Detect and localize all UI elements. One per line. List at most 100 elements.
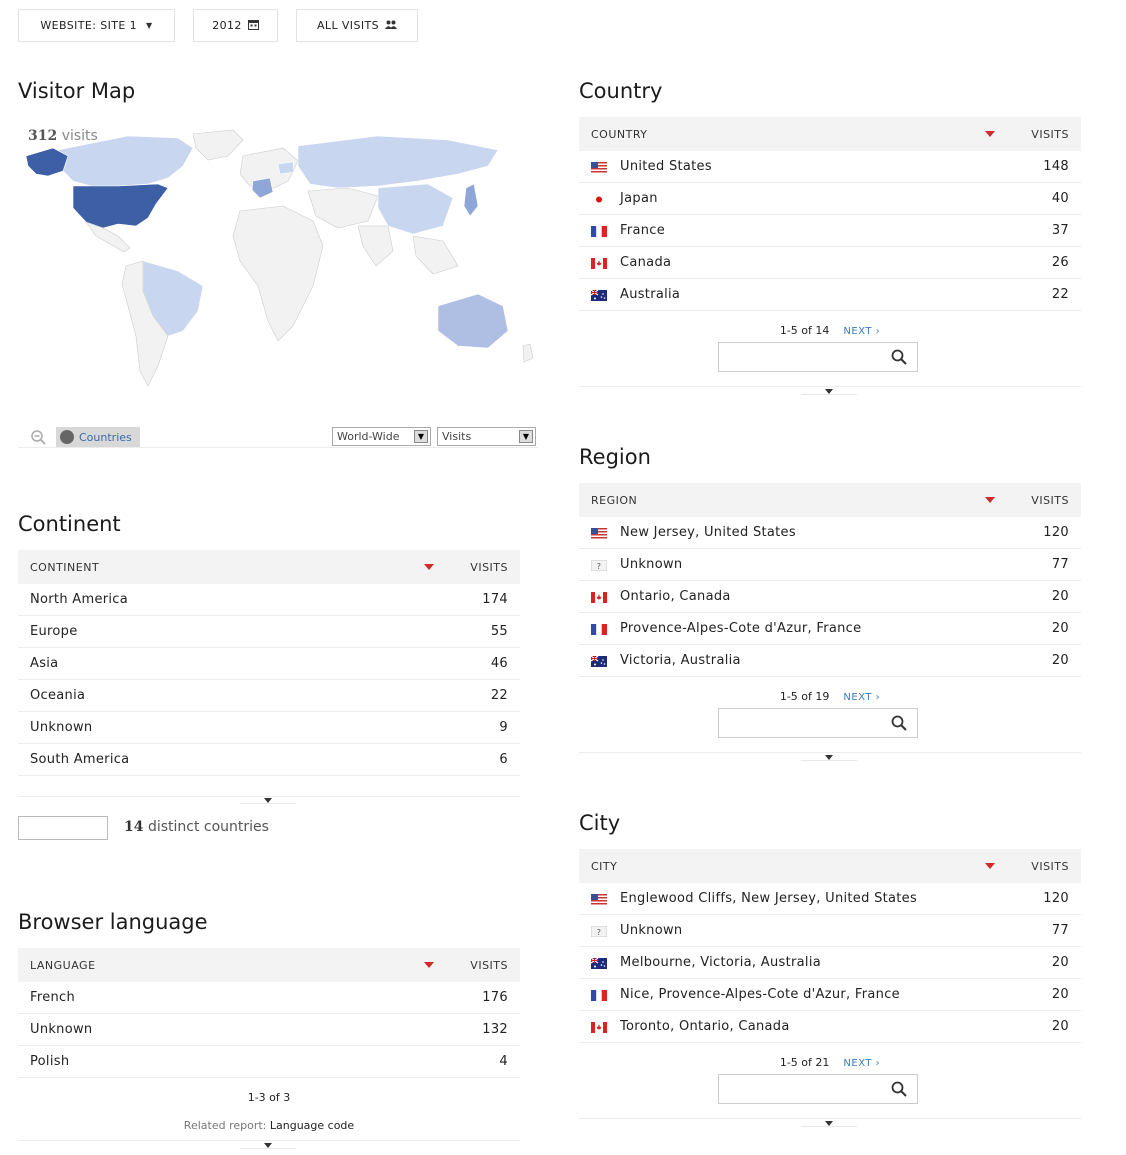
- table-row[interactable]: New Jersey, United States 120: [579, 517, 1081, 549]
- map-region-africa: [232, 205, 324, 342]
- column-header-visits[interactable]: VISITS: [1031, 128, 1069, 141]
- table-row[interactable]: Australia 22: [579, 279, 1081, 311]
- row-label: South America: [30, 752, 130, 767]
- date-selector-button[interactable]: 2012: [193, 9, 278, 42]
- expand-table-icon[interactable]: [825, 755, 833, 760]
- table-row[interactable]: ? Unknown 77: [579, 549, 1081, 581]
- column-header-visits[interactable]: VISITS: [470, 561, 508, 574]
- column-header-language[interactable]: LANGUAGE: [30, 959, 96, 972]
- city-search-input[interactable]: [718, 1074, 918, 1104]
- us-flag-icon: [591, 162, 607, 173]
- table-row[interactable]: Melbourne, Victoria, Australia 20: [579, 947, 1081, 979]
- table-row[interactable]: Englewood Cliffs, New Jersey, United Sta…: [579, 883, 1081, 915]
- fr-flag-icon: [591, 624, 607, 635]
- map-region-france: [251, 177, 274, 199]
- table-header: CITY VISITS: [579, 849, 1081, 883]
- sort-desc-icon[interactable]: [985, 497, 995, 503]
- table-row[interactable]: Europe 55: [18, 616, 520, 648]
- au-flag-icon: [590, 957, 607, 969]
- column-header-visits[interactable]: VISITS: [1031, 494, 1069, 507]
- row-visits: 132: [482, 1022, 508, 1037]
- unknown-flag-icon: ?: [590, 925, 608, 938]
- table-header: COUNTRY VISITS: [579, 117, 1081, 151]
- map-region-select-value: World-Wide: [337, 430, 400, 443]
- fr-flag-icon: [591, 990, 607, 1001]
- table-row[interactable]: Canada 26: [579, 247, 1081, 279]
- segment-selector-button[interactable]: ALL VISITS: [296, 9, 418, 42]
- related-report-prefix: Related report:: [183, 1119, 267, 1132]
- sort-desc-icon[interactable]: [424, 962, 434, 968]
- row-label: Englewood Cliffs, New Jersey, United Sta…: [620, 891, 918, 906]
- row-label: United States: [620, 159, 712, 174]
- countries-button[interactable]: Countries: [56, 427, 140, 447]
- row-visits: 20: [1051, 589, 1069, 604]
- table-row[interactable]: Toronto, Ontario, Canada 20: [579, 1011, 1081, 1043]
- search-icon[interactable]: [891, 349, 907, 365]
- row-visits: 20: [1051, 955, 1069, 970]
- city-next-link[interactable]: NEXT ›: [843, 1058, 880, 1069]
- search-icon[interactable]: [891, 1081, 907, 1097]
- region-title: Region: [579, 445, 651, 469]
- row-label: Japan: [620, 191, 658, 206]
- table-row[interactable]: Ontario, Canada 20: [579, 581, 1081, 613]
- column-header-visits[interactable]: VISITS: [470, 959, 508, 972]
- row-visits: 40: [1051, 191, 1069, 206]
- column-header-region[interactable]: REGION: [591, 494, 637, 507]
- country-search-input[interactable]: [718, 342, 918, 372]
- row-label: Provence-Alpes-Cote d'Azur, France: [620, 621, 862, 636]
- map-region-select[interactable]: World-Wide ▼: [332, 427, 431, 446]
- row-visits: 6: [499, 752, 508, 767]
- table-row[interactable]: Polish 4: [18, 1046, 520, 1078]
- table-row[interactable]: Asia 46: [18, 648, 520, 680]
- table-row[interactable]: French 176: [18, 982, 520, 1014]
- expand-table-icon[interactable]: [825, 389, 833, 394]
- column-header-visits[interactable]: VISITS: [1031, 860, 1069, 873]
- row-visits: 176: [482, 990, 508, 1005]
- row-label: Unknown: [30, 720, 93, 735]
- table-row[interactable]: North America 174: [18, 584, 520, 616]
- column-header-continent[interactable]: CONTINENT: [30, 561, 99, 574]
- row-label: North America: [30, 592, 129, 607]
- expand-table-icon[interactable]: [264, 798, 272, 803]
- table-row[interactable]: Nice, Provence-Alpes-Cote d'Azur, France…: [579, 979, 1081, 1011]
- column-header-city[interactable]: CITY: [591, 860, 617, 873]
- website-selector-button[interactable]: WEBSITE: SITE 1 ▼: [18, 9, 175, 42]
- table-row[interactable]: Japan 40: [579, 183, 1081, 215]
- ca-flag-icon: [591, 258, 607, 269]
- table-row[interactable]: ? Unknown 77: [579, 915, 1081, 947]
- table-row[interactable]: Provence-Alpes-Cote d'Azur, France 20: [579, 613, 1081, 645]
- city-title: City: [579, 811, 621, 835]
- row-label: Oceania: [30, 688, 86, 703]
- sort-desc-icon[interactable]: [424, 564, 434, 570]
- country-next-link[interactable]: NEXT ›: [843, 326, 880, 337]
- search-icon[interactable]: [891, 715, 907, 731]
- table-row[interactable]: France 37: [579, 215, 1081, 247]
- sort-desc-icon[interactable]: [985, 863, 995, 869]
- expand-table-icon[interactable]: [264, 1143, 272, 1148]
- region-next-link[interactable]: NEXT ›: [843, 692, 880, 703]
- countries-button-label: Countries: [79, 430, 132, 444]
- city-table: CITY VISITS Englewood Cliffs, New Jersey…: [579, 849, 1081, 1043]
- map-region-china: [377, 183, 454, 235]
- continent-title: Continent: [18, 512, 121, 536]
- region-search-input[interactable]: [718, 708, 918, 738]
- sort-desc-icon[interactable]: [985, 131, 995, 137]
- fr-flag-icon: [591, 226, 607, 237]
- zoom-out-icon[interactable]: [30, 429, 46, 445]
- map-metric-select[interactable]: Visits ▼: [437, 427, 536, 446]
- table-row[interactable]: Victoria, Australia 20: [579, 645, 1081, 677]
- map-region-australia: [437, 293, 509, 349]
- table-row[interactable]: South America 6: [18, 744, 520, 776]
- row-label: Unknown: [30, 1022, 93, 1037]
- world-map[interactable]: [18, 126, 538, 426]
- table-row[interactable]: Oceania 22: [18, 680, 520, 712]
- globe-icon: [60, 430, 74, 444]
- related-report-link[interactable]: Language code: [270, 1119, 354, 1132]
- table-row[interactable]: Unknown 132: [18, 1014, 520, 1046]
- expand-table-icon[interactable]: [825, 1121, 833, 1126]
- table-row[interactable]: Unknown 9: [18, 712, 520, 744]
- visitor-map[interactable]: 312 visits: [18, 118, 538, 448]
- column-header-country[interactable]: COUNTRY: [591, 128, 648, 141]
- table-row[interactable]: United States 148: [579, 151, 1081, 183]
- row-visits: 148: [1043, 159, 1069, 174]
